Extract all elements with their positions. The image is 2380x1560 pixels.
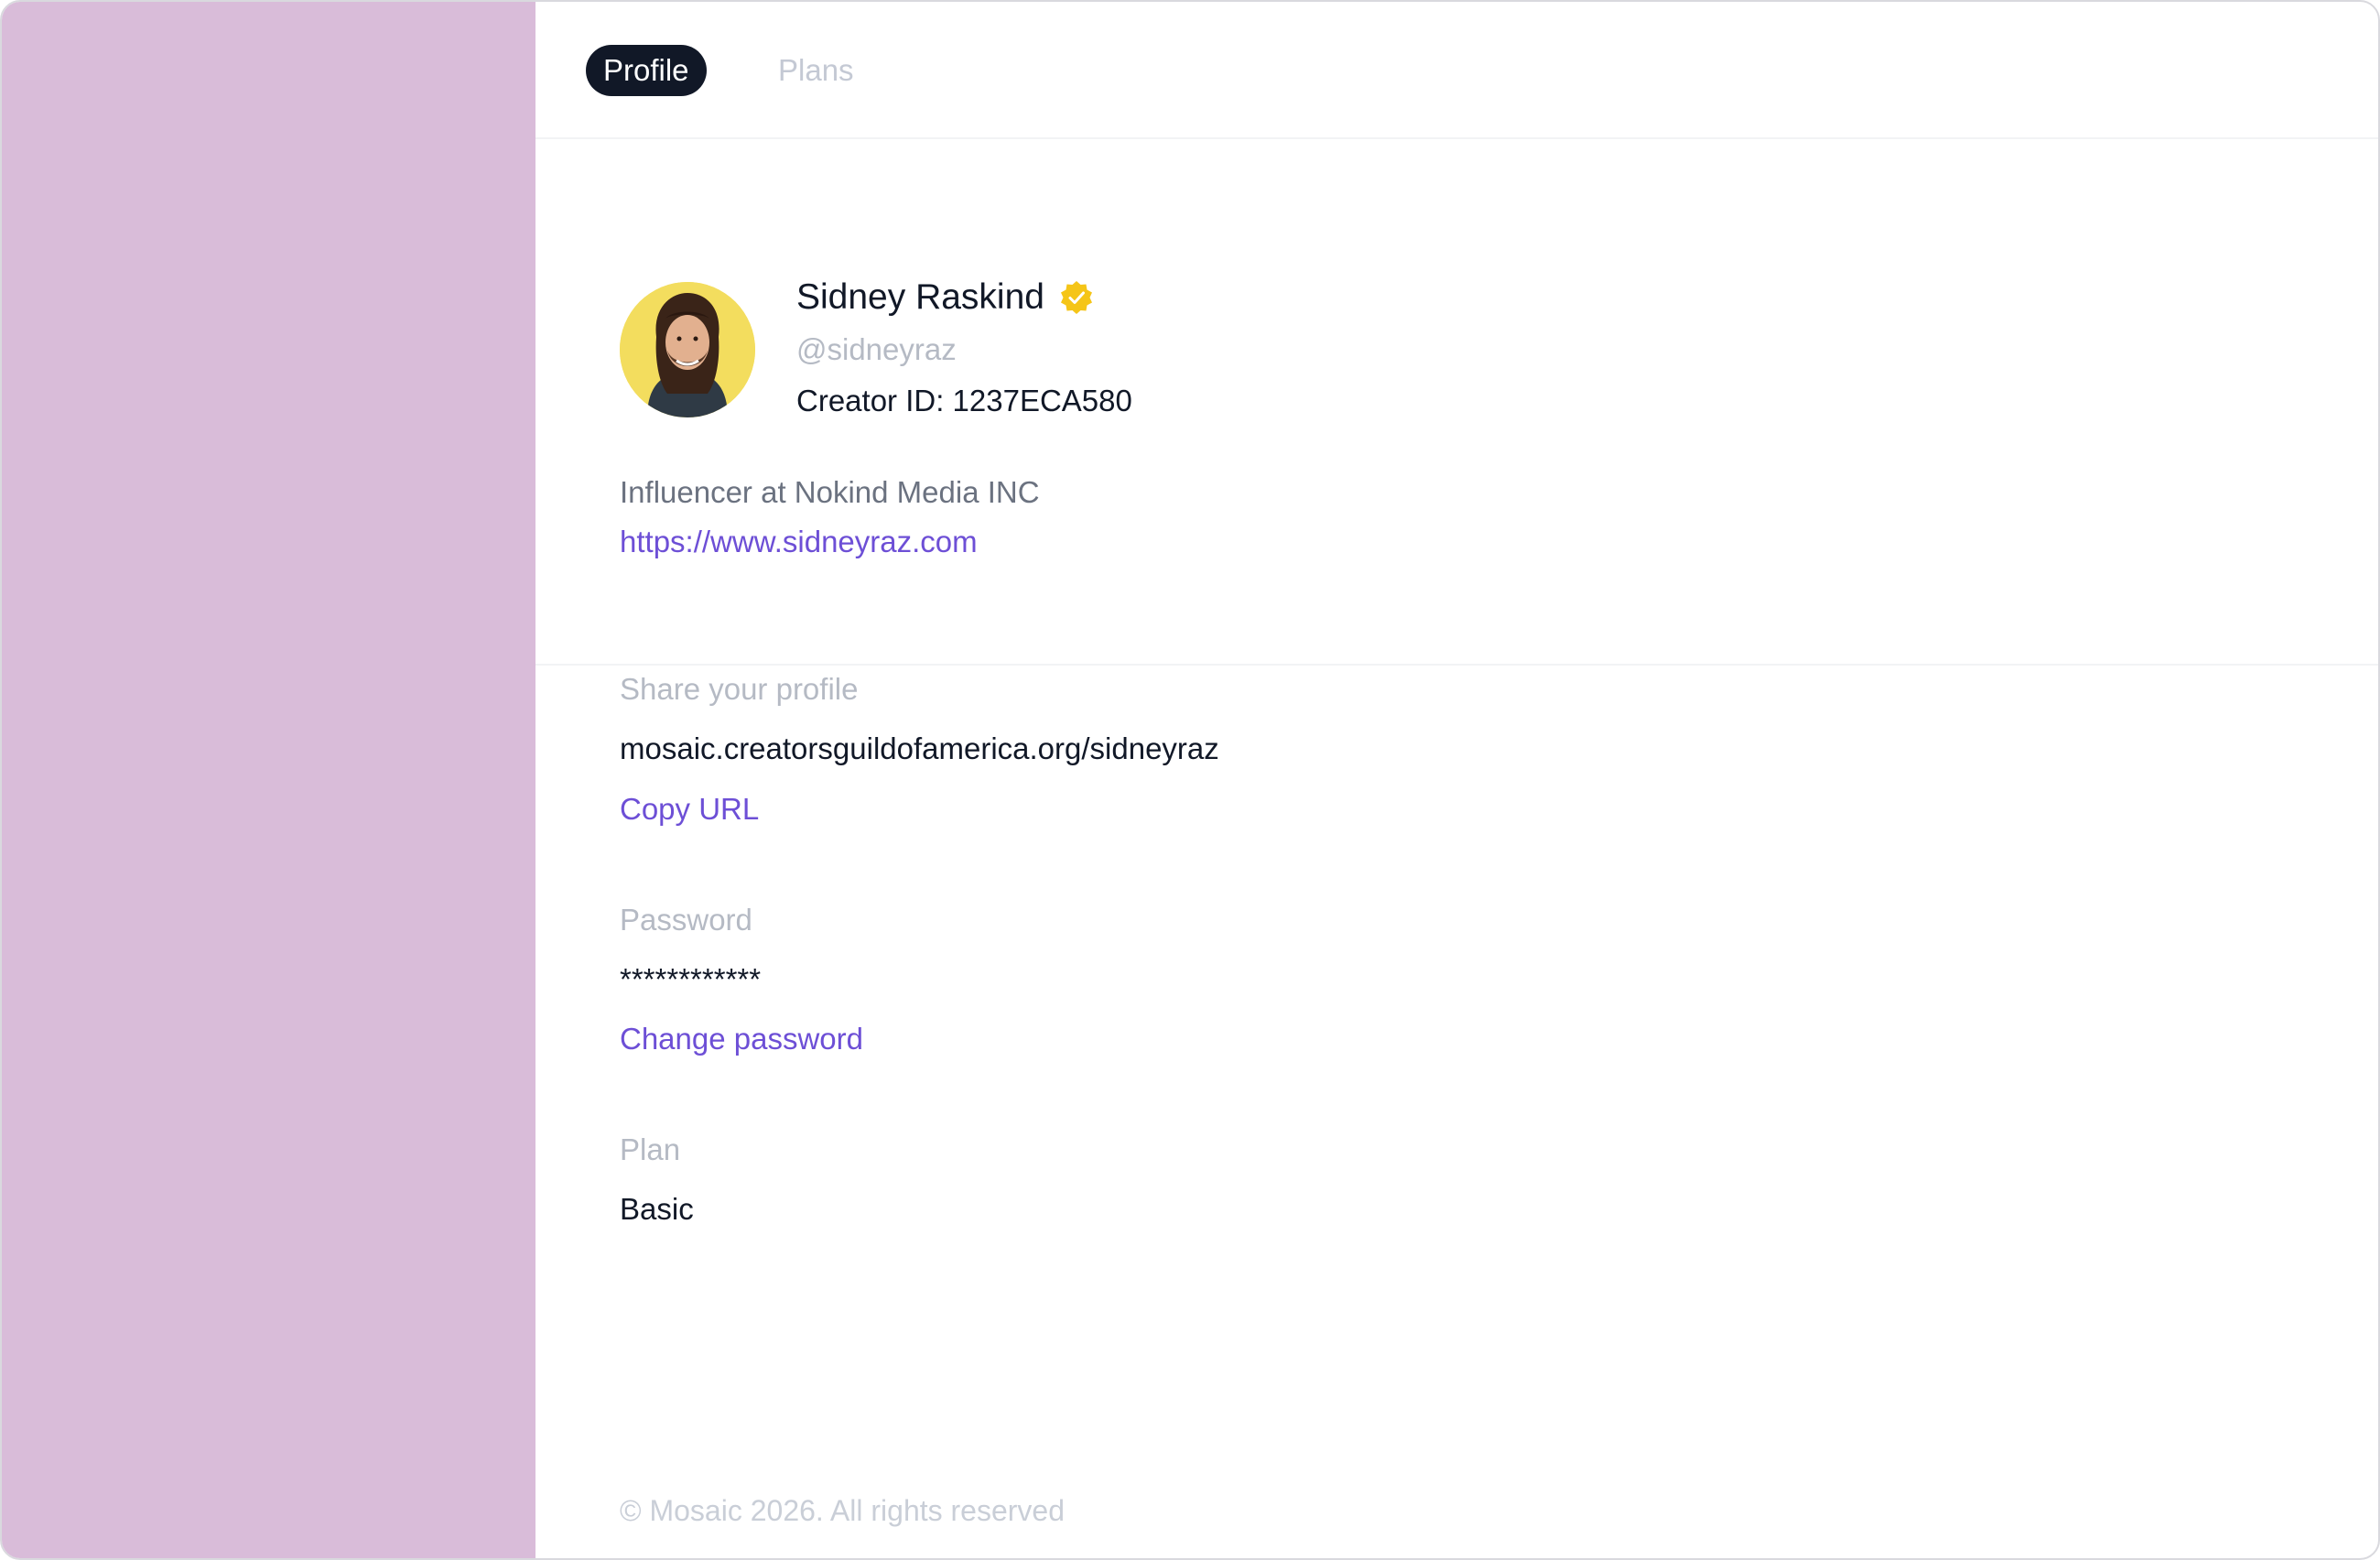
plan-value: Basic bbox=[620, 1192, 694, 1226]
password-label: Password bbox=[620, 903, 752, 937]
creator-id: Creator ID: 1237ECA580 bbox=[796, 384, 1132, 417]
footer-copyright: © Mosaic 2026. All rights reserved bbox=[620, 1494, 1066, 1527]
main-content: Profile Plans Sidney Raskind @sidneyraz … bbox=[536, 2, 2378, 1558]
section-divider bbox=[536, 664, 2378, 666]
sidebar bbox=[2, 2, 536, 1558]
share-profile-url: mosaic.creatorsguildofamerica.org/sidney… bbox=[620, 731, 1219, 765]
share-profile-label: Share your profile bbox=[620, 672, 859, 706]
tab-profile[interactable]: Profile bbox=[586, 45, 707, 96]
copy-url-button[interactable]: Copy URL bbox=[620, 789, 759, 829]
profile-name: Sidney Raskind bbox=[796, 277, 1044, 317]
app-window: Profile Plans Sidney Raskind @sidneyraz … bbox=[0, 0, 2380, 1560]
change-password-button[interactable]: Change password bbox=[620, 1019, 863, 1059]
profile-handle: @sidneyraz bbox=[796, 332, 957, 366]
avatar-image bbox=[620, 282, 755, 417]
tab-plans[interactable]: Plans bbox=[776, 45, 856, 96]
tab-bar: Profile Plans bbox=[536, 2, 2378, 139]
plan-label: Plan bbox=[620, 1132, 681, 1166]
profile-bio: Influencer at Nokind Media INC bbox=[620, 475, 1040, 509]
avatar bbox=[620, 282, 755, 417]
verified-badge-icon bbox=[1061, 281, 1092, 314]
password-value: ************ bbox=[620, 962, 762, 996]
profile-website-link[interactable]: https://www.sidneyraz.com bbox=[620, 522, 978, 562]
